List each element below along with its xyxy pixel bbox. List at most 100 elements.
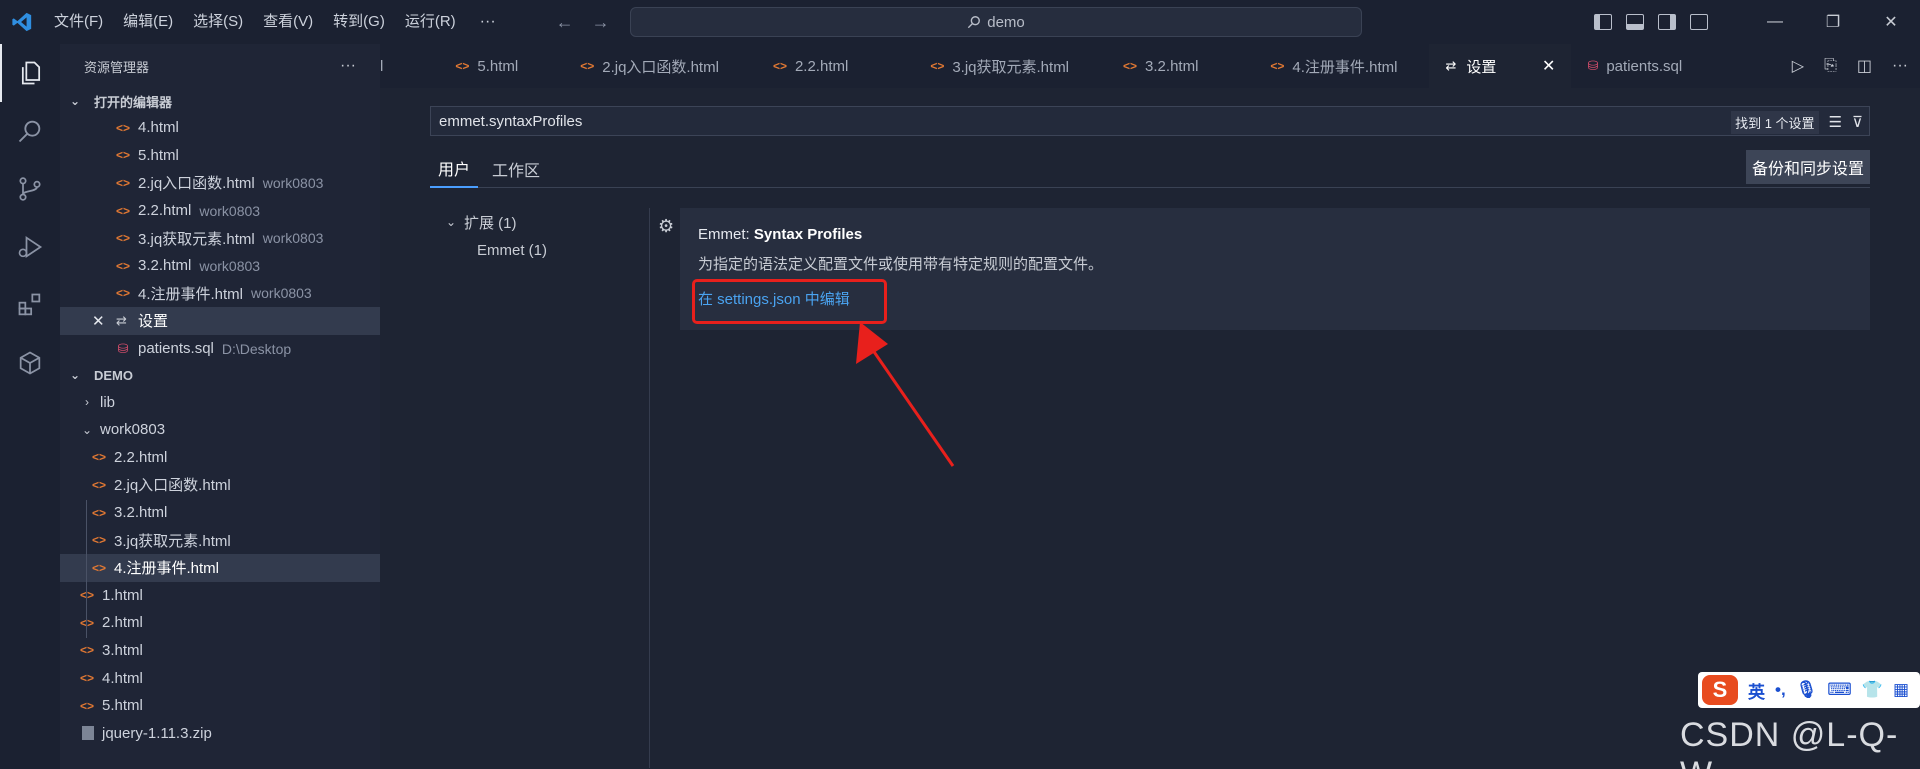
tab-settings[interactable]: ⇄ 设置 ✕	[1429, 44, 1572, 88]
customize-layout-icon[interactable]	[1690, 14, 1708, 30]
open-editor-item[interactable]: <> 4.注册事件.html work0803	[60, 280, 380, 308]
explorer-more-icon[interactable]: ···	[340, 57, 356, 75]
open-editor-item[interactable]: <> 3.2.html work0803	[60, 252, 380, 280]
tree-file-selected[interactable]: <> 4.注册事件.html	[60, 553, 380, 582]
demo-section[interactable]: ⌄ DEMO	[60, 362, 380, 388]
search-icon[interactable]	[0, 102, 60, 160]
settings-search-input[interactable]: emmet.syntaxProfiles 找到 1 个设置 ☰ ⊽	[430, 106, 1870, 136]
html-file-icon: <>	[1270, 59, 1285, 73]
watermark: CSDN @L-Q-W	[1680, 716, 1899, 769]
menu-more-icon[interactable]: ···	[466, 13, 510, 31]
forward-arrow-icon[interactable]: →	[592, 12, 610, 33]
toolbox-grid-icon[interactable]: ▦	[1893, 680, 1909, 700]
tree-file[interactable]: <> 3.html	[60, 637, 380, 665]
tab-user[interactable]: 用户	[430, 150, 479, 188]
open-editor-item[interactable]: <> 2.jq入口函数.html work0803	[60, 169, 380, 197]
tree-file[interactable]: <> 4.html	[60, 664, 380, 692]
tab-workspace[interactable]: 工作区	[484, 150, 548, 188]
open-editor-item[interactable]: <> 2.2.html work0803	[60, 197, 380, 225]
tree-file[interactable]: <> 3.2.html	[60, 499, 380, 527]
file-folder: work0803	[262, 230, 324, 247]
tree-file-zip[interactable]: jquery-1.11.3.zip	[60, 719, 380, 747]
toggle-primary-sidebar-icon[interactable]	[1594, 14, 1612, 30]
tree-file[interactable]: <> 3.jq获取元素.html	[60, 526, 380, 554]
tab-3-2[interactable]: <> 3.2.html	[1107, 44, 1214, 88]
ime-language[interactable]: 英	[1748, 678, 1765, 703]
file-folder: D:\Desktop	[221, 340, 292, 357]
tab-patients-sql[interactable]: ⛁ patients.sql	[1571, 44, 1698, 88]
html-file-icon: <>	[116, 203, 131, 218]
annotation-red-box	[692, 279, 887, 324]
skin-shirt-icon[interactable]: 👕	[1862, 680, 1883, 700]
minimize-button[interactable]: —	[1746, 0, 1804, 44]
back-arrow-icon[interactable]: ←	[556, 12, 574, 33]
file-name: 3.jq获取元素.html	[114, 532, 231, 550]
toggle-secondary-sidebar-icon[interactable]	[1658, 14, 1676, 30]
menu-select[interactable]: 选择(S)	[183, 0, 253, 44]
punctuation-icon[interactable]: •,	[1775, 680, 1786, 700]
file-name: 1.html	[102, 586, 143, 604]
close-tab-icon[interactable]: ✕	[1542, 56, 1555, 76]
open-editor-item-settings[interactable]: ✕ ⇄ 设置	[60, 307, 380, 335]
open-editor-item[interactable]: ⛁ patients.sql D:\Desktop	[60, 335, 380, 363]
restore-button[interactable]: ❐	[1804, 0, 1862, 44]
annotation-red-arrow	[856, 322, 955, 467]
run-icon[interactable]: ▷	[1792, 56, 1804, 76]
close-window-button[interactable]: ✕	[1862, 0, 1920, 44]
open-editors-section[interactable]: ⌄ 打开的编辑器	[60, 88, 380, 114]
tree-file[interactable]: <> 2.html	[60, 609, 380, 637]
more-actions-icon[interactable]: ···	[1892, 57, 1908, 75]
explorer-icon[interactable]	[0, 44, 60, 102]
tab-2-jq[interactable]: <> 2.jq入口函数.html	[564, 44, 735, 88]
menu-view[interactable]: 查看(V)	[253, 0, 323, 44]
microphone-icon[interactable]: 🎙	[1796, 680, 1818, 700]
menu-file[interactable]: 文件(F)	[44, 0, 113, 44]
tab-5-html[interactable]: <> 5.html	[439, 44, 534, 88]
clear-filter-icon[interactable]: ☰	[1829, 113, 1842, 131]
toc-divider	[649, 208, 650, 768]
menu-goto[interactable]: 转到(G)	[323, 0, 395, 44]
open-editor-item[interactable]: <> 5.html	[60, 142, 380, 170]
run-debug-icon[interactable]	[0, 218, 60, 276]
extensions-icon[interactable]	[0, 276, 60, 334]
vscode-logo-icon	[0, 0, 44, 44]
close-editor-icon[interactable]: ✕	[92, 312, 106, 330]
open-editor-item[interactable]: <> 4.html	[60, 114, 380, 142]
html-file-icon: <>	[116, 120, 131, 135]
split-editor-icon[interactable]: ◫	[1857, 56, 1872, 76]
package-box-icon[interactable]	[0, 334, 60, 392]
folder-lib[interactable]: › lib	[60, 388, 380, 416]
layout-controls	[1594, 14, 1708, 30]
tree-file[interactable]: <> 5.html	[60, 692, 380, 720]
toc-emmet[interactable]: Emmet (1)	[430, 236, 630, 264]
open-editor-item[interactable]: <> 3.jq获取元素.html work0803	[60, 224, 380, 252]
command-center-search[interactable]: demo	[630, 7, 1362, 37]
settings-search-controls: 找到 1 个设置 ☰ ⊽	[1731, 110, 1863, 134]
tab-partial[interactable]: l	[380, 44, 439, 88]
file-name: 2.jq入口函数.html	[138, 175, 255, 193]
toggle-panel-icon[interactable]	[1626, 14, 1644, 30]
source-control-icon[interactable]	[0, 160, 60, 218]
file-name: 2.jq入口函数.html	[114, 477, 231, 495]
tree-file[interactable]: <> 2.jq入口函数.html	[60, 471, 380, 499]
activity-bar	[0, 44, 60, 769]
backup-sync-button[interactable]: 备份和同步设置	[1745, 150, 1870, 184]
nav-arrows: ← →	[556, 12, 610, 33]
tab-4-event[interactable]: <> 4.注册事件.html	[1254, 44, 1413, 88]
menu-run[interactable]: 运行(R)	[395, 0, 466, 44]
title-right: — ❐ ✕	[1594, 0, 1920, 44]
keyboard-icon[interactable]: ⌨	[1827, 680, 1852, 700]
search-icon	[968, 16, 981, 29]
tree-file[interactable]: <> 1.html	[60, 582, 380, 610]
gear-icon[interactable]: ⚙	[658, 216, 674, 237]
open-file-icon[interactable]: ⎘	[1824, 57, 1837, 75]
tab-3-jq[interactable]: <> 3.jq获取元素.html	[914, 44, 1085, 88]
filter-icon[interactable]: ⊽	[1852, 113, 1863, 131]
folder-work0803[interactable]: ⌄ work0803	[60, 416, 380, 444]
html-file-icon: <>	[80, 671, 95, 686]
tree-file[interactable]: <> 2.2.html	[60, 444, 380, 472]
menu-edit[interactable]: 编辑(E)	[113, 0, 183, 44]
database-icon: ⛁	[117, 340, 129, 356]
tab-2-2[interactable]: <> 2.2.html	[757, 44, 864, 88]
toc-extensions[interactable]: ⌄ 扩展 (1)	[430, 208, 630, 236]
